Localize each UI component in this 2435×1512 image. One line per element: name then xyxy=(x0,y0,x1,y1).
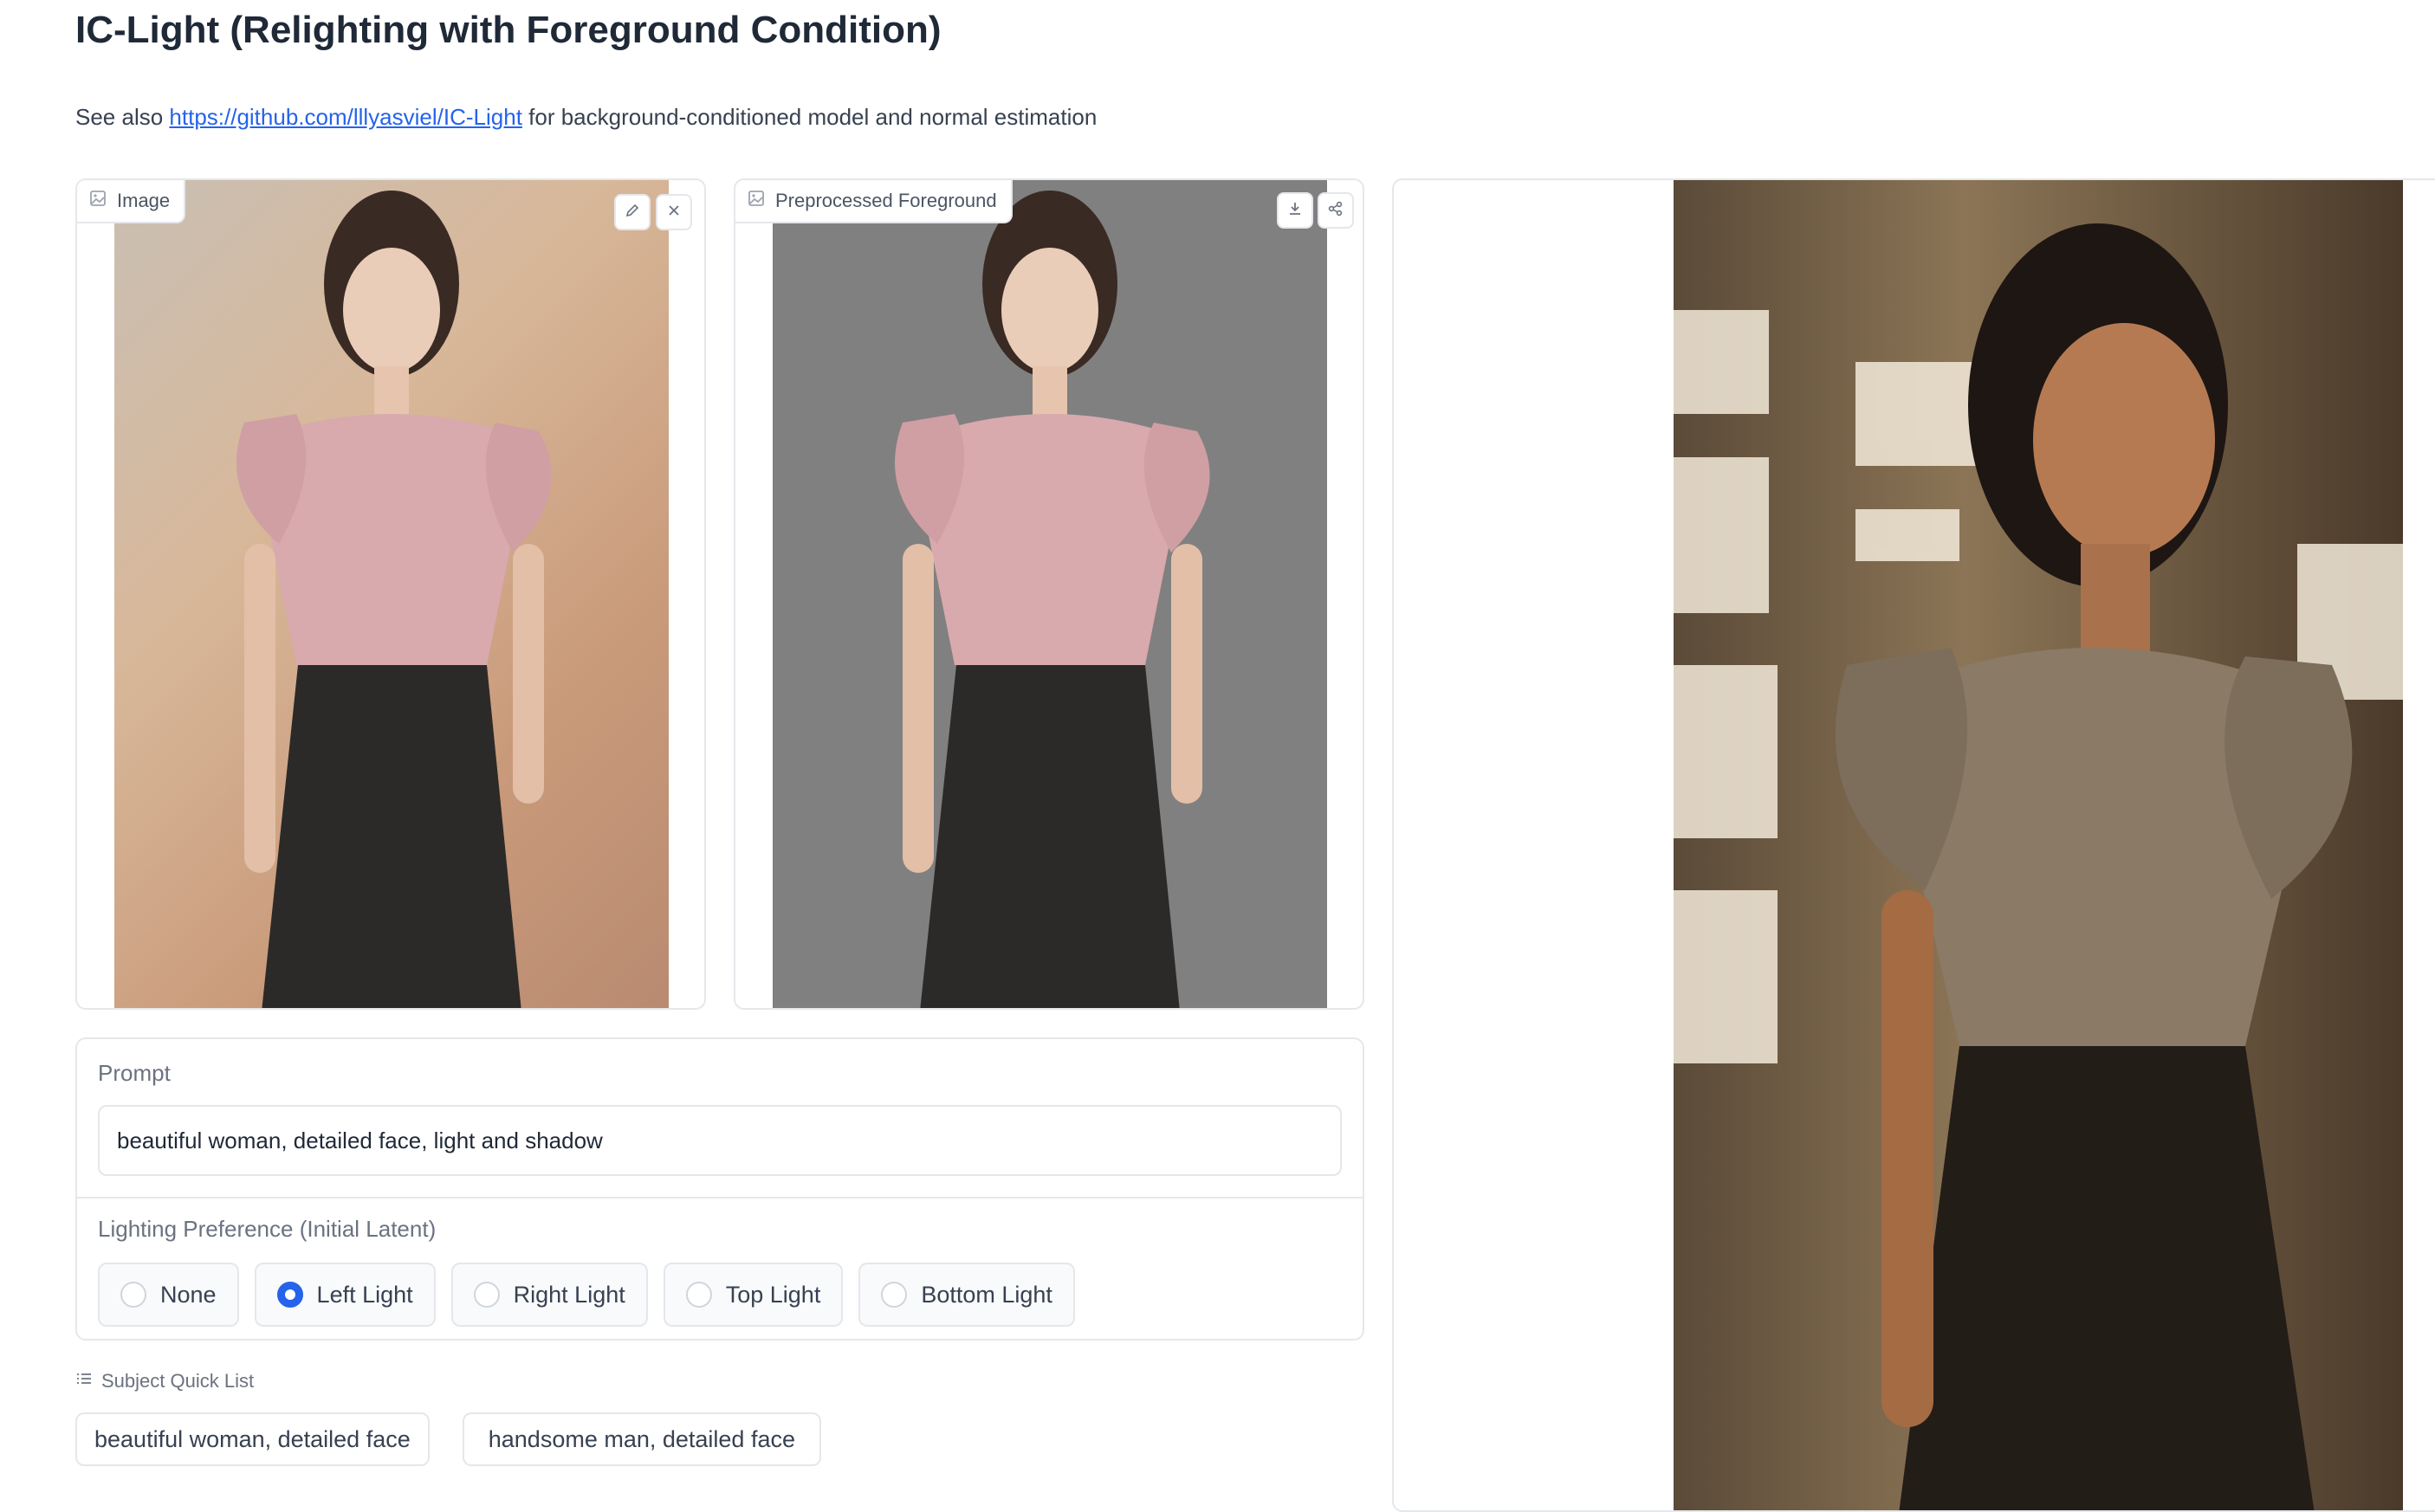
form-divider xyxy=(77,1197,1363,1199)
lighting-option-left[interactable]: Left Light xyxy=(254,1263,436,1327)
lighting-option-bottom[interactable]: Bottom Light xyxy=(858,1263,1075,1327)
subject-quick-list-header: Subject Quick List xyxy=(75,1370,254,1392)
download-icon xyxy=(1286,200,1304,222)
option-label: Top Light xyxy=(725,1281,821,1308)
lighting-option-none[interactable]: None xyxy=(98,1263,239,1327)
prompt-label: Prompt xyxy=(98,1060,171,1086)
woman-figure-illustration xyxy=(236,191,552,1008)
image-icon xyxy=(89,190,107,212)
image-icon xyxy=(748,190,765,212)
lighting-option-right[interactable]: Right Light xyxy=(450,1263,648,1327)
page-subtitle: See also https://github.com/lllyasviel/I… xyxy=(75,104,1097,131)
subtitle-suffix: for background-conditioned model and nor… xyxy=(521,104,1098,130)
page-title: IC-Light (Relighting with Foreground Con… xyxy=(75,9,942,51)
radio-circle xyxy=(685,1282,712,1308)
input-image-label: Image xyxy=(77,180,186,223)
edit-icon xyxy=(624,202,641,223)
subject-quick-list: beautiful woman, detailed face handsome … xyxy=(75,1412,821,1466)
relit-woman-illustration xyxy=(1674,223,2403,1510)
edit-button[interactable] xyxy=(614,194,651,230)
share-button[interactable] xyxy=(1318,192,1354,229)
prompt-form: Prompt beautiful woman, detailed face, l… xyxy=(75,1037,1364,1341)
output-gallery-panel[interactable] xyxy=(1392,178,2435,1512)
lighting-label: Lighting Preference (Initial Latent) xyxy=(98,1216,437,1242)
radio-circle-checked xyxy=(276,1282,303,1308)
close-icon xyxy=(665,202,683,223)
radio-circle xyxy=(473,1282,500,1308)
quick-list-item[interactable]: beautiful woman, detailed face xyxy=(75,1412,430,1466)
option-label: Bottom Light xyxy=(921,1281,1052,1308)
preprocessed-label-text: Preprocessed Foreground xyxy=(775,190,997,211)
preprocessed-panel[interactable]: Preprocessed Foreground xyxy=(734,178,1364,1010)
option-label: Left Light xyxy=(316,1281,413,1308)
input-image-label-text: Image xyxy=(117,190,171,211)
subtitle-prefix: See also xyxy=(75,104,170,130)
radio-circle xyxy=(881,1282,908,1308)
preprocessed-label: Preprocessed Foreground xyxy=(735,180,1013,223)
preprocessed-photo xyxy=(773,180,1327,1008)
input-image-panel[interactable]: Image xyxy=(75,178,706,1010)
list-icon xyxy=(75,1370,93,1392)
quick-list-item[interactable]: handsome man, detailed face xyxy=(462,1412,821,1466)
lighting-option-top[interactable]: Top Light xyxy=(663,1263,844,1327)
download-button[interactable] xyxy=(1277,192,1313,229)
prompt-input[interactable]: beautiful woman, detailed face, light an… xyxy=(98,1105,1342,1176)
output-photo[interactable] xyxy=(1674,180,2403,1510)
share-icon xyxy=(1327,200,1344,222)
option-label: Right Light xyxy=(513,1281,625,1308)
lighting-radio-group: None Left Light Right Light Top Light Bo… xyxy=(98,1263,1075,1327)
github-link[interactable]: https://github.com/lllyasviel/IC-Light xyxy=(169,104,522,130)
clear-image-button[interactable] xyxy=(656,194,692,230)
subject-quick-list-label: Subject Quick List xyxy=(101,1370,255,1392)
input-photo xyxy=(114,180,669,1008)
option-label: None xyxy=(160,1281,217,1308)
woman-figure-illustration xyxy=(895,191,1210,1008)
radio-circle xyxy=(120,1282,146,1308)
